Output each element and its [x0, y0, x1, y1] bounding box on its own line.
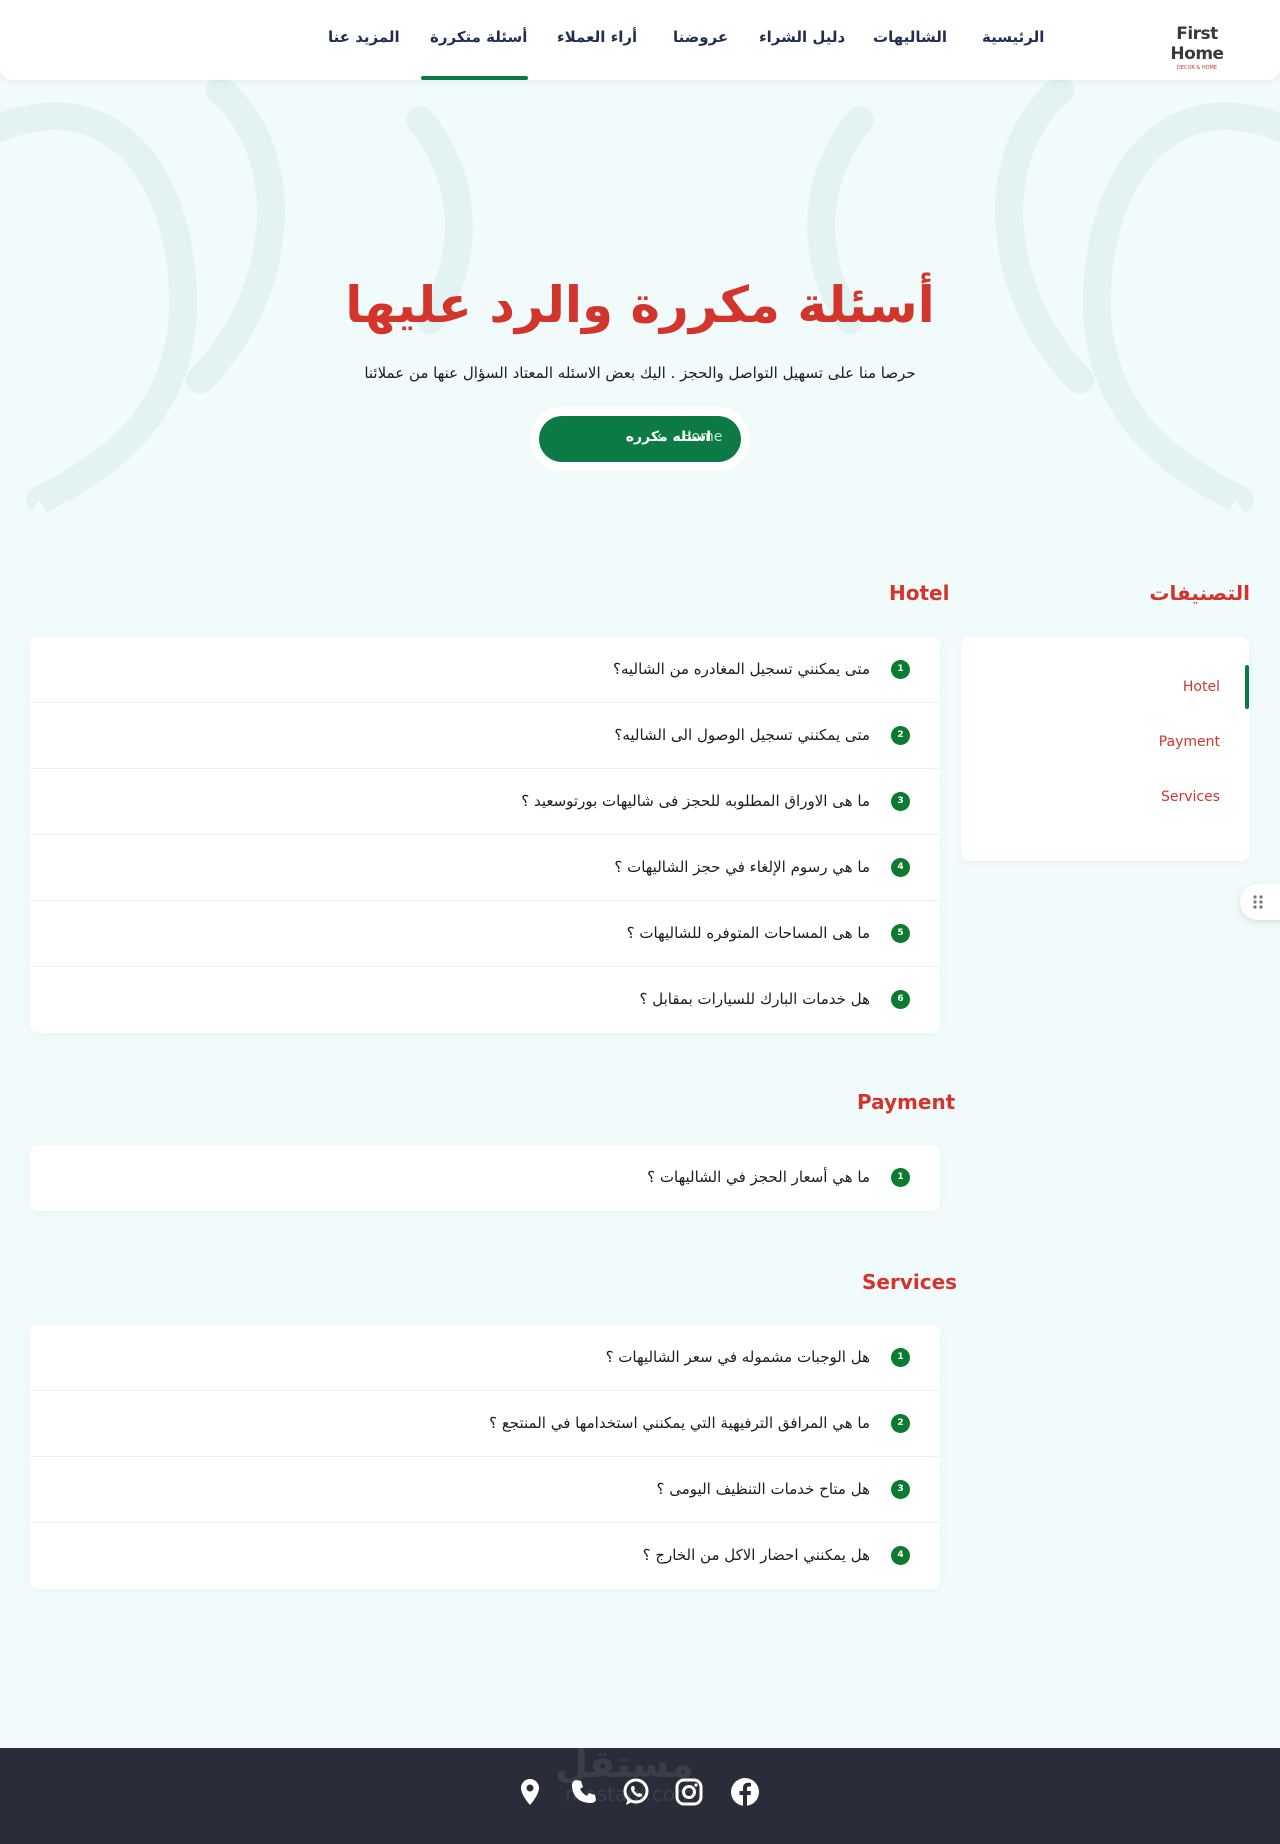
nav-item-home[interactable]: الرئيسية [982, 28, 1044, 46]
faq-number-badge: 1 [891, 660, 910, 679]
faq-number-badge: 4 [891, 1546, 910, 1565]
faq-question: هل خدمات البارك للسيارات بمقابل ؟ [639, 990, 870, 1008]
nav-item-buying-guide[interactable]: دليل الشراء [759, 28, 845, 46]
nav-item-offers[interactable]: عروضنا [673, 28, 728, 46]
nav-item-chalets[interactable]: الشاليهات [873, 28, 947, 46]
breadcrumb-pill: Home ‹ اسئله مكرره [539, 416, 741, 462]
facebook-icon[interactable] [727, 1774, 763, 1810]
side-panel-handle[interactable] [1240, 884, 1280, 920]
faq-item[interactable]: 3 ما هى الاوراق المطلوبه للحجز فى شاليهات… [30, 769, 940, 835]
phone-icon[interactable] [565, 1774, 601, 1810]
whatsapp-icon[interactable] [618, 1774, 654, 1810]
nav-item-about[interactable]: المزيد عنا [328, 28, 400, 46]
faq-question: ما هى الاوراق المطلوبه للحجز فى شاليهات … [521, 792, 870, 810]
nav-active-indicator [421, 76, 528, 80]
sidebar-item-services[interactable]: Services [1161, 789, 1220, 805]
faq-question: هل الوجبات مشموله في سعر الشاليهات ؟ [605, 1348, 870, 1366]
faq-question: متى يمكنني تسجيل المغادره من الشاليه؟ [613, 660, 870, 678]
page-subtitle: حرصا منا على تسهيل التواصل والحجز . اليك… [364, 364, 916, 382]
section-title-hotel: Hotel [889, 581, 950, 605]
faq-item[interactable]: 5 ما هى المساحات المتوفره للشاليهات ؟ [30, 901, 940, 967]
breadcrumb-current: اسئله مكرره [625, 429, 711, 445]
faq-item[interactable]: 3 هل متاح خدمات التنظيف اليومى ؟ [30, 1457, 940, 1523]
categories-sidebar: Hotel Payment Services [961, 637, 1249, 861]
faq-question: ما هى المساحات المتوفره للشاليهات ؟ [626, 924, 870, 942]
faq-question: هل يمكنني احضار الاكل من الخارج ؟ [642, 1546, 870, 1564]
page-title: أسئلة مكررة والرد عليها [345, 276, 935, 334]
section-title-payment: Payment [857, 1090, 956, 1114]
faq-question: ما هي أسعار الحجز في الشاليهات ؟ [647, 1168, 870, 1186]
faq-number-badge: 2 [891, 1414, 910, 1433]
faq-number-badge: 6 [891, 990, 910, 1009]
brand-subtitle: DECOR & HOME [1176, 65, 1218, 71]
instagram-icon[interactable] [671, 1774, 707, 1810]
sidebar-item-hotel[interactable]: Hotel [1183, 679, 1220, 695]
faq-number-badge: 3 [891, 1480, 910, 1499]
faq-number-badge: 1 [891, 1348, 910, 1367]
drag-handle-icon [1253, 895, 1263, 909]
location-icon[interactable] [512, 1774, 548, 1810]
faq-list-services: 1 هل الوجبات مشموله في سعر الشاليهات ؟ 2 م… [30, 1325, 940, 1589]
faq-item[interactable]: 4 ما هي رسوم الإلغاء في حجز الشاليهات ؟ [30, 835, 940, 901]
categories-heading: التصنيفات [1149, 581, 1250, 605]
faq-item[interactable]: 6 هل خدمات البارك للسيارات بمقابل ؟ [30, 967, 940, 1033]
top-navbar: First Home DECOR & HOME الرئيسية الشاليه… [0, 0, 1280, 80]
faq-question: متى يمكنني تسجيل الوصول الى الشاليه؟ [614, 726, 870, 744]
faq-item[interactable]: 2 متى يمكنني تسجيل الوصول الى الشاليه؟ [30, 703, 940, 769]
sidebar-item-payment[interactable]: Payment [1159, 734, 1220, 750]
faq-number-badge: 2 [891, 726, 910, 745]
faq-number-badge: 3 [891, 792, 910, 811]
brand-title: First Home [1170, 24, 1224, 64]
faq-number-badge: 4 [891, 858, 910, 877]
faq-item[interactable]: 1 ما هي أسعار الحجز في الشاليهات ؟ [30, 1145, 940, 1211]
faq-number-badge: 1 [891, 1168, 910, 1187]
faq-item[interactable]: 4 هل يمكنني احضار الاكل من الخارج ؟ [30, 1523, 940, 1589]
faq-question: هل متاح خدمات التنظيف اليومى ؟ [656, 1480, 870, 1498]
brand-logo[interactable]: First Home DECOR & HOME [1152, 24, 1242, 71]
faq-list-payment: 1 ما هي أسعار الحجز في الشاليهات ؟ [30, 1145, 940, 1211]
faq-item[interactable]: 1 هل الوجبات مشموله في سعر الشاليهات ؟ [30, 1325, 940, 1391]
hero-zigzag-divider [0, 500, 1280, 520]
breadcrumb: Home ‹ اسئله مكرره [530, 407, 750, 471]
faq-item[interactable]: 2 ما هي المرافق الترفيهية التي يمكنني است… [30, 1391, 940, 1457]
section-title-services: Services [862, 1270, 958, 1294]
faq-item[interactable]: 1 متى يمكنني تسجيل المغادره من الشاليه؟ [30, 637, 940, 703]
faq-question: ما هي المرافق الترفيهية التي يمكنني استخ… [489, 1414, 870, 1432]
nav-item-testimonials[interactable]: أراء العملاء [557, 28, 637, 46]
sidebar-active-indicator [1245, 665, 1249, 709]
faq-number-badge: 5 [891, 924, 910, 943]
faq-list-hotel: 1 متى يمكنني تسجيل المغادره من الشاليه؟ 2… [30, 637, 940, 1033]
nav-item-faq[interactable]: أسئلة متكررة [430, 28, 527, 46]
faq-question: ما هي رسوم الإلغاء في حجز الشاليهات ؟ [614, 858, 870, 876]
